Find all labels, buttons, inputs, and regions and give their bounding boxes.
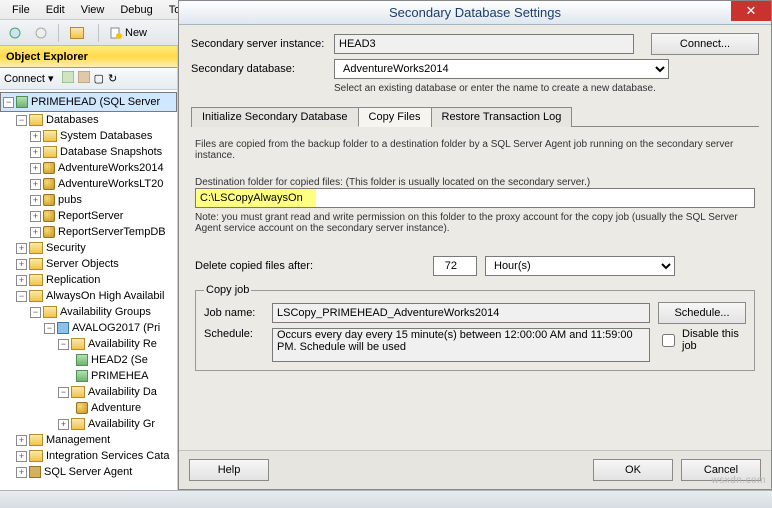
tree-item[interactable]: AlwaysOn High Availabil	[46, 288, 164, 304]
dest-folder-label: Destination folder for copied files: (Th…	[195, 177, 755, 188]
connect-dropdown[interactable]: Connect ▾	[4, 72, 54, 85]
open-button[interactable]	[65, 25, 92, 41]
dialog-title-bar[interactable]: Secondary Database Settings ✕	[179, 1, 771, 25]
new-dropdown[interactable]: New	[105, 25, 152, 41]
tree-item[interactable]: Adventure	[91, 400, 141, 416]
tree-view[interactable]: −PRIMEHEAD (SQL Server −Databases +Syste…	[0, 90, 177, 482]
tree-item[interactable]: Availability Re	[88, 336, 157, 352]
tree-item[interactable]: ReportServerTempDB	[58, 224, 166, 240]
tree-item[interactable]: SQL Server Agent	[44, 464, 132, 480]
delete-after-unit[interactable]: Hour(s)	[485, 256, 675, 276]
tree-server-root[interactable]: PRIMEHEAD (SQL Server	[31, 94, 160, 110]
tree-item[interactable]: Availability Gr	[88, 416, 155, 432]
tab-initialize[interactable]: Initialize Secondary Database	[191, 107, 359, 127]
menu-file[interactable]: File	[4, 2, 38, 18]
tree-item[interactable]: AdventureWorksLT20	[58, 176, 163, 192]
schedule-text: Occurs every day every 15 minute(s) betw…	[272, 328, 650, 362]
copy-job-group: Copy job Job name: Schedule... Schedule:…	[195, 284, 755, 371]
server-icon	[16, 96, 28, 108]
new-icon	[110, 27, 122, 39]
secondary-db-label: Secondary database:	[191, 63, 326, 75]
tree-item[interactable]: AdventureWorks2014	[58, 160, 164, 176]
nav-fwd-button[interactable]	[30, 25, 52, 41]
tree-item[interactable]: HEAD2 (Se	[91, 352, 148, 368]
tree-item[interactable]: pubs	[58, 192, 82, 208]
object-explorer-toolbar: Connect ▾ ▢ ↻	[0, 68, 177, 90]
tree-item[interactable]: ReportServer	[58, 208, 123, 224]
tree-item[interactable]: Integration Services Cata	[46, 448, 170, 464]
status-bar	[0, 490, 772, 508]
delete-after-label: Delete copied files after:	[195, 260, 425, 272]
tree-item[interactable]: Database Snapshots	[60, 144, 162, 160]
object-explorer-title: Object Explorer	[0, 46, 177, 68]
tree-item[interactable]: Availability Da	[88, 384, 157, 400]
db-hint: Select an existing database or enter the…	[334, 83, 656, 94]
secondary-db-select[interactable]: AdventureWorks2014	[334, 59, 669, 79]
close-button[interactable]: ✕	[731, 1, 771, 21]
oe-tool-icon[interactable]	[62, 71, 74, 86]
delete-after-value[interactable]	[433, 256, 477, 276]
secondary-server-label: Secondary server instance:	[191, 38, 326, 50]
dialog-title: Secondary Database Settings	[389, 5, 561, 20]
secondary-server-input	[334, 34, 634, 54]
copy-job-legend: Copy job	[204, 284, 251, 296]
disable-job-checkbox[interactable]: Disable this job	[658, 328, 746, 352]
job-name-label: Job name:	[204, 307, 264, 319]
watermark: wsxdn.com	[711, 475, 766, 486]
dialog-footer: Help OK Cancel	[179, 450, 771, 489]
tab-strip: Initialize Secondary Database Copy Files…	[191, 106, 759, 127]
oe-tool-icon[interactable]: ↻	[108, 72, 117, 85]
menu-edit[interactable]: Edit	[38, 2, 73, 18]
tree-item[interactable]: Security	[46, 240, 86, 256]
oe-tool-icon[interactable]	[78, 71, 90, 86]
tree-item[interactable]: PRIMEHEA	[91, 368, 148, 384]
dest-folder-input[interactable]	[195, 188, 755, 208]
help-button[interactable]: Help	[189, 459, 269, 481]
tree-item[interactable]: AVALOG2017 (Pri	[72, 320, 160, 336]
dest-note: Note: you must grant read and write perm…	[195, 212, 755, 234]
new-label: New	[125, 27, 147, 39]
tree-item[interactable]: Replication	[46, 272, 100, 288]
ok-button[interactable]: OK	[593, 459, 673, 481]
tab-copy-files[interactable]: Copy Files	[358, 107, 432, 127]
job-name-input	[272, 303, 650, 323]
copy-info-text: Files are copied from the backup folder …	[195, 139, 755, 161]
tab-restore-log[interactable]: Restore Transaction Log	[431, 107, 573, 127]
tree-item[interactable]: Management	[46, 432, 110, 448]
tree-item[interactable]: System Databases	[60, 128, 152, 144]
menu-view[interactable]: View	[73, 2, 113, 18]
oe-tool-icon[interactable]: ▢	[94, 72, 104, 85]
tree-databases[interactable]: Databases	[46, 112, 99, 128]
secondary-db-settings-dialog: Secondary Database Settings ✕ Secondary …	[178, 0, 772, 490]
schedule-button[interactable]: Schedule...	[658, 302, 746, 324]
object-explorer-panel: Object Explorer Connect ▾ ▢ ↻ −PRIMEHEAD…	[0, 46, 178, 490]
tree-item[interactable]: Availability Groups	[60, 304, 151, 320]
schedule-label: Schedule:	[204, 328, 264, 340]
nav-back-button[interactable]	[4, 25, 26, 41]
tree-item[interactable]: Server Objects	[46, 256, 119, 272]
connect-button[interactable]: Connect...	[651, 33, 759, 55]
tab-content: Files are copied from the backup folder …	[191, 131, 759, 446]
menu-debug[interactable]: Debug	[112, 2, 160, 18]
